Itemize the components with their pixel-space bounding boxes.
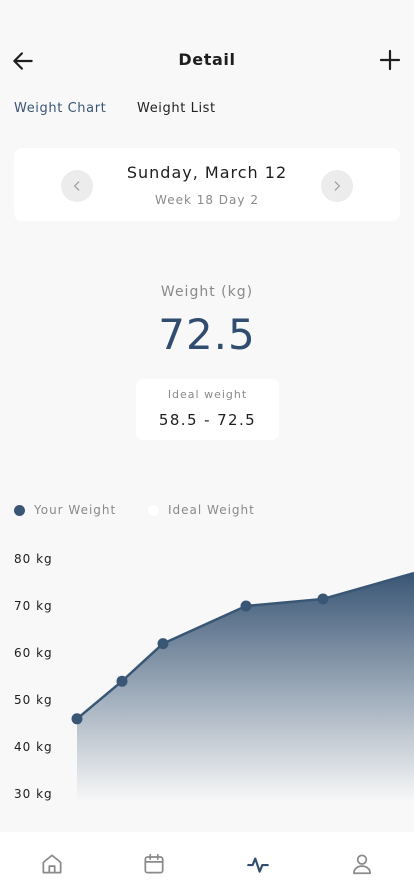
date-selector-card: Sunday, March 12 Week 18 Day 2 [14, 148, 400, 221]
y-tick-label: 30 kg [14, 787, 53, 801]
data-point[interactable] [240, 600, 252, 612]
activity-icon[interactable] [245, 851, 271, 877]
data-point[interactable] [116, 675, 128, 687]
weight-value: 72.5 [158, 310, 256, 359]
chevron-right-icon [334, 181, 340, 191]
plus-icon[interactable] [378, 48, 402, 72]
y-tick-label: 60 kg [14, 646, 53, 660]
legend-item-ideal-weight: Ideal Weight [148, 503, 255, 517]
ideal-weight-label: Ideal weight [167, 388, 248, 401]
home-icon[interactable] [39, 851, 65, 877]
data-point[interactable] [157, 638, 169, 650]
tab-weight-list[interactable]: Weight List [137, 101, 216, 116]
data-point[interactable] [317, 593, 329, 605]
page-title: Detail [178, 50, 236, 69]
data-point[interactable] [71, 713, 83, 725]
weight-label: Weight (kg) [160, 284, 254, 300]
legend-label-ideal-weight: Ideal Weight [168, 503, 255, 517]
next-day-button[interactable] [321, 170, 353, 202]
weight-chart: 80 kg 70 kg 60 kg 50 kg 40 kg 30 kg [14, 552, 414, 802]
legend-dot-ideal-weight [148, 504, 159, 516]
legend-item-your-weight: Your Weight [14, 503, 116, 517]
calendar-icon[interactable] [141, 851, 167, 877]
y-tick-label: 80 kg [14, 552, 53, 566]
y-tick-label: 70 kg [14, 599, 53, 613]
tab-weight-chart[interactable]: Weight Chart [14, 101, 106, 116]
bottom-navigation [0, 832, 414, 896]
legend-label-your-weight: Your Weight [34, 503, 117, 517]
ideal-weight-range: 58.5 - 72.5 [158, 411, 257, 429]
legend-dot-your-weight [14, 504, 25, 516]
header: Detail [0, 40, 414, 80]
y-tick-label: 50 kg [14, 693, 53, 707]
y-tick-label: 40 kg [14, 740, 53, 754]
ideal-weight-card: Ideal weight 58.5 - 72.5 [136, 379, 279, 440]
user-icon[interactable] [349, 851, 375, 877]
